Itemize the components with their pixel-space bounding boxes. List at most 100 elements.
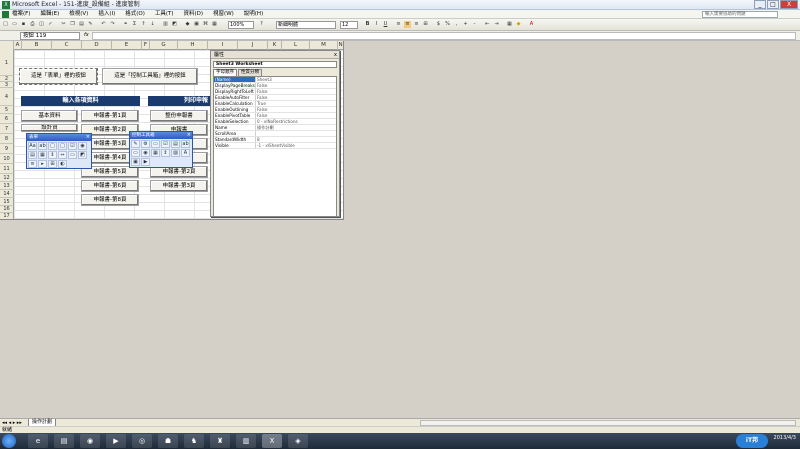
tab-alphabetic[interactable]: 字母順序: [213, 69, 237, 76]
print-icon[interactable]: ⎙: [29, 21, 36, 28]
textbox-tool-icon[interactable]: ab: [181, 140, 190, 148]
report-page-button[interactable]: 申報書-第8頁: [81, 194, 139, 206]
column-header[interactable]: K: [268, 41, 282, 50]
menu-tools[interactable]: 工具(T): [155, 11, 174, 18]
help-search-input[interactable]: 輸入需要協助的問題: [702, 11, 778, 18]
close-button[interactable]: X: [780, 0, 798, 9]
underline-button[interactable]: U: [382, 21, 389, 28]
spinner-tool-icon[interactable]: ⇔: [58, 151, 67, 159]
row-header[interactable]: 10: [0, 154, 14, 164]
column-header[interactable]: H: [178, 41, 208, 50]
report-page-button[interactable]: 申報書-第1頁: [81, 110, 139, 122]
increase-decimal-icon[interactable]: +: [462, 21, 469, 28]
property-value[interactable]: False: [256, 89, 336, 94]
italic-button[interactable]: I: [373, 21, 380, 28]
decrease-decimal-icon[interactable]: -: [471, 21, 478, 28]
chart-wizard-icon[interactable]: ▥: [162, 21, 169, 28]
properties-icon[interactable]: ▣: [193, 21, 200, 28]
open-icon[interactable]: ▭: [11, 21, 18, 28]
menu-format[interactable]: 格式(O): [125, 11, 145, 18]
menu-data[interactable]: 資料(D): [184, 11, 204, 18]
name-box[interactable]: 按鈕 119: [20, 32, 80, 40]
image-tool-icon[interactable]: ▨: [171, 149, 180, 157]
hyperlink-icon[interactable]: ⚭: [122, 21, 129, 28]
menu-file[interactable]: 檔案(F): [12, 11, 30, 18]
start-button[interactable]: [2, 434, 16, 448]
autosum-icon[interactable]: Σ: [131, 21, 138, 28]
property-value[interactable]: True: [256, 101, 336, 106]
explorer-icon[interactable]: ▤: [54, 434, 74, 448]
combo-dropdown-tool-icon[interactable]: ◐: [58, 160, 67, 168]
app-icon[interactable]: ♜: [210, 434, 230, 448]
view-code-icon[interactable]: ▭: [151, 140, 160, 148]
archive-icon[interactable]: ▥: [236, 434, 256, 448]
property-value[interactable]: [256, 131, 336, 136]
align-center-icon[interactable]: ≡: [404, 21, 411, 28]
row-header[interactable]: 4: [0, 88, 14, 106]
cut-icon[interactable]: ✂: [60, 21, 67, 28]
column-header[interactable]: N: [338, 41, 343, 50]
checkbox-tool-icon[interactable]: ☑: [68, 142, 77, 150]
row-header[interactable]: 8: [0, 134, 14, 144]
decrease-indent-icon[interactable]: ⇤: [484, 21, 491, 28]
column-header[interactable]: L: [282, 41, 310, 50]
design-mode-icon[interactable]: ◆: [184, 21, 191, 28]
forms-toggle-icon[interactable]: ▦: [211, 21, 218, 28]
checkbox-tool-icon[interactable]: ☑: [161, 140, 170, 148]
scrollbar-tool-icon[interactable]: ⇕: [161, 149, 170, 157]
column-header[interactable]: G: [150, 41, 178, 50]
tab-categorized[interactable]: 性質分類: [238, 69, 262, 76]
new-icon[interactable]: □: [2, 21, 9, 28]
bold-button[interactable]: B: [364, 21, 371, 28]
property-row[interactable]: Visible -1 - xlSheetVisible: [214, 143, 336, 149]
column-header[interactable]: D: [82, 41, 112, 50]
control-toolbox-titlebar[interactable]: 控制工具箱 ×: [130, 132, 192, 139]
percent-icon[interactable]: %: [444, 21, 451, 28]
scrollbar-tool-icon[interactable]: ⇕: [48, 151, 57, 159]
option-button-tool-icon[interactable]: ◉: [141, 149, 150, 157]
row-header[interactable]: 1: [0, 50, 14, 76]
minimize-button[interactable]: _: [754, 0, 766, 9]
font-color-icon[interactable]: A: [528, 21, 535, 28]
increase-indent-icon[interactable]: ⇥: [493, 21, 500, 28]
format-painter-icon[interactable]: ✎: [87, 21, 94, 28]
column-header[interactable]: M: [310, 41, 338, 50]
borders-icon[interactable]: ▦: [506, 21, 513, 28]
full-report-button[interactable]: 整份申報書: [150, 110, 208, 122]
group-box-tool-icon[interactable]: □: [48, 142, 57, 150]
app-icon[interactable]: ♞: [184, 434, 204, 448]
property-value[interactable]: False: [256, 83, 336, 88]
workbook-icon[interactable]: [2, 11, 9, 18]
more-controls-icon[interactable]: ▶: [141, 158, 150, 166]
property-value[interactable]: 操作計劃: [256, 125, 336, 130]
row-header[interactable]: 11: [0, 164, 14, 174]
ie-icon[interactable]: e: [28, 434, 48, 448]
column-header[interactable]: I: [208, 41, 238, 50]
list-box-tool-icon[interactable]: ▤: [28, 151, 37, 159]
run-dialog-icon[interactable]: ▸: [38, 160, 47, 168]
option-button-tool-icon[interactable]: ◉: [78, 142, 87, 150]
edit-code-icon[interactable]: ◩: [78, 151, 87, 159]
property-value[interactable]: Sheet3: [256, 77, 336, 82]
spelling-icon[interactable]: ✓: [47, 21, 54, 28]
maximize-button[interactable]: □: [767, 0, 779, 9]
sort-desc-icon[interactable]: ↓: [149, 21, 156, 28]
property-value[interactable]: 0 - xlNoRestrictions: [256, 119, 336, 124]
design-data-button[interactable]: 設計資: [21, 124, 78, 132]
menu-help[interactable]: 說明(H): [244, 11, 263, 18]
menu-insert[interactable]: 插入(I): [98, 11, 115, 18]
list-box-tool-icon[interactable]: ▤: [171, 140, 180, 148]
column-header[interactable]: C: [52, 41, 82, 50]
row-header[interactable]: 6: [0, 114, 14, 124]
combo-box-tool-icon[interactable]: ▦: [151, 149, 160, 157]
excel-taskbar-icon[interactable]: X: [262, 434, 282, 448]
toggle-button-tool-icon[interactable]: ▣: [131, 158, 140, 166]
close-icon[interactable]: ×: [187, 132, 191, 139]
button-tool-icon[interactable]: □: [58, 142, 67, 150]
row-header[interactable]: 5: [0, 106, 14, 114]
align-left-icon[interactable]: ≡: [395, 21, 402, 28]
property-value[interactable]: False: [256, 113, 336, 118]
help-icon[interactable]: ?: [258, 21, 265, 28]
toggle-grid-icon[interactable]: ≡: [28, 160, 37, 168]
column-header[interactable]: F: [142, 41, 150, 50]
